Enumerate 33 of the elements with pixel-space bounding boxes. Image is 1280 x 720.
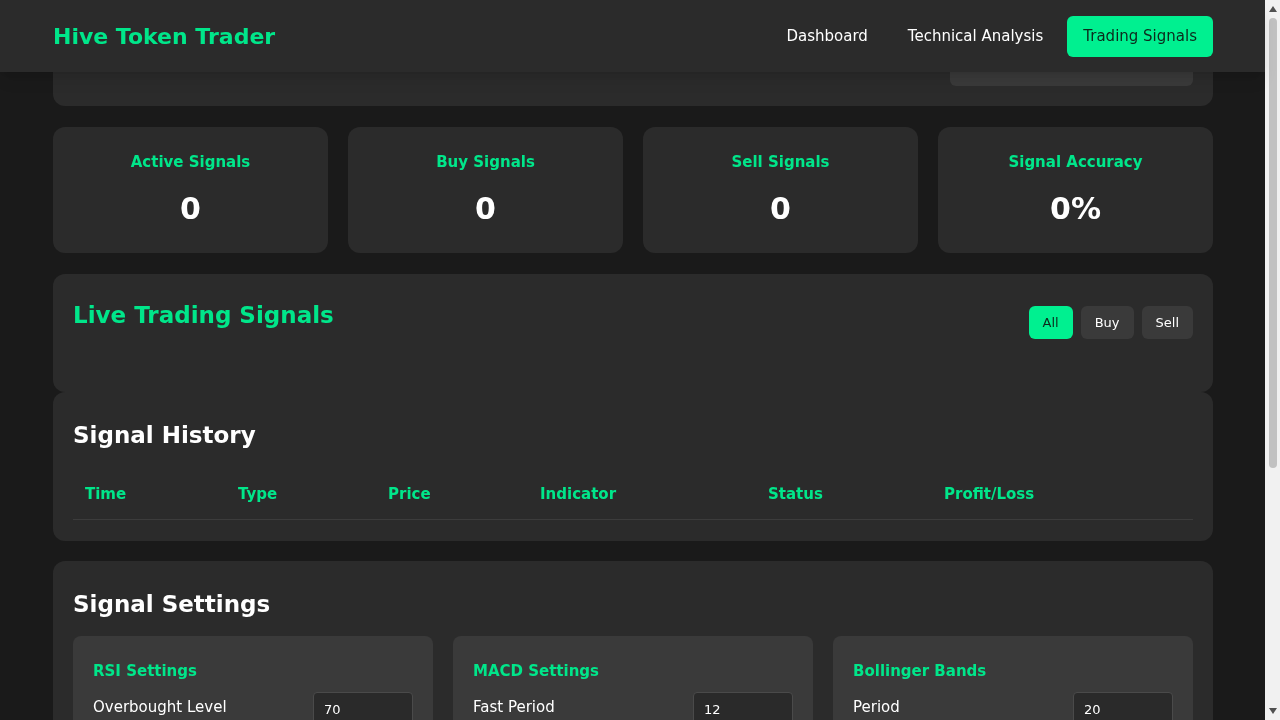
filter-button[interactable]: Sell xyxy=(1141,306,1193,339)
column-header: Indicator xyxy=(539,483,618,505)
stat-value: 0% xyxy=(1050,189,1101,228)
number-field[interactable]: 70 xyxy=(313,692,413,720)
stat-label: Active Signals xyxy=(130,152,251,173)
number-field[interactable]: 20 xyxy=(1073,692,1173,720)
stat-label: Sell Signals xyxy=(731,152,830,173)
stat-value: 0 xyxy=(475,189,496,228)
nav-tab[interactable]: Technical Analysis xyxy=(891,15,1060,57)
nav-tab[interactable]: Trading Signals xyxy=(1067,15,1213,57)
stat-value: 0 xyxy=(770,189,791,228)
section-title: Signal History xyxy=(73,421,257,450)
field-label: Overbought Level xyxy=(93,697,227,718)
stat-label: Signal Accuracy xyxy=(1008,152,1143,173)
column-header: Price xyxy=(387,483,432,505)
nav-tab[interactable]: Dashboard xyxy=(770,15,884,57)
panel-title: MACD Settings xyxy=(473,660,601,682)
column-header: Profit/Loss xyxy=(943,483,1036,505)
column-header: Status xyxy=(767,483,824,505)
number-field[interactable]: 12 xyxy=(693,692,793,720)
field-label: Fast Period xyxy=(473,697,555,718)
filter-button[interactable]: Buy xyxy=(1080,306,1134,339)
column-header: Type xyxy=(237,483,279,505)
brand-title: Hive Token Trader xyxy=(53,22,276,51)
panel-title: RSI Settings xyxy=(93,660,198,682)
stat-value: 0 xyxy=(180,189,201,228)
section-title: Signal Settings xyxy=(73,590,272,619)
filter-button[interactable]: All xyxy=(1028,306,1073,339)
field-label: Period xyxy=(853,697,900,718)
stat-label: Buy Signals xyxy=(436,152,535,173)
column-header: Time xyxy=(84,483,128,505)
section-title: Live Trading Signals xyxy=(73,301,334,330)
panel-title: Bollinger Bands xyxy=(853,660,988,682)
